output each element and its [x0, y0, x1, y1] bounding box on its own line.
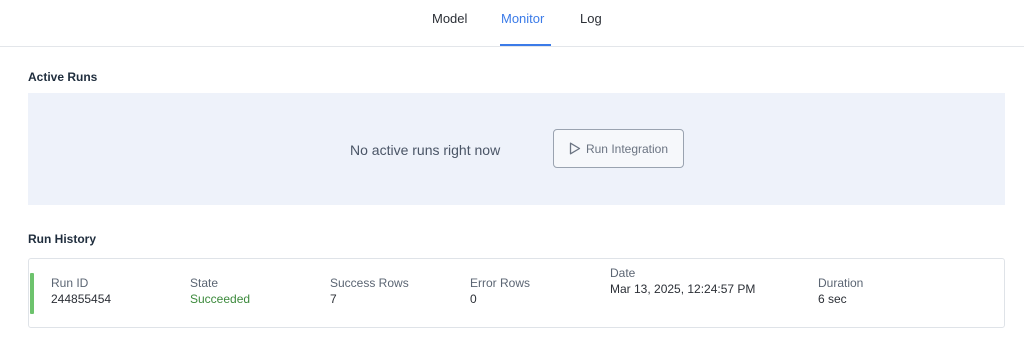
duration-column: Duration 6 sec [818, 275, 863, 307]
run-id-column: Run ID 244855454 [51, 275, 111, 307]
state-column: State Succeeded [190, 275, 250, 307]
duration-value: 6 sec [818, 292, 847, 306]
date-value: Mar 13, 2025, 12:24:57 PM [610, 282, 756, 296]
top-nav: Model Monitor Log [0, 0, 1024, 47]
active-runs-panel [28, 93, 1005, 205]
run-status-indicator [30, 273, 34, 314]
no-active-runs-message: No active runs right now [350, 142, 501, 158]
run-id-label: Run ID [51, 276, 89, 290]
date-label: Date [610, 266, 636, 280]
state-label: State [190, 276, 219, 290]
tab-log[interactable]: Log [580, 11, 602, 26]
play-outline-icon [569, 142, 581, 155]
run-integration-label: Run Integration [585, 141, 669, 156]
duration-label: Duration [818, 276, 864, 290]
state-value: Succeeded [190, 292, 251, 306]
error-rows-label: Error Rows [470, 276, 531, 290]
run-history-heading: Run History [28, 232, 97, 246]
date-column: Date Mar 13, 2025, 12:24:57 PM [610, 265, 770, 297]
tab-monitor[interactable]: Monitor [501, 11, 544, 26]
run-integration-button[interactable]: Run Integration [553, 129, 684, 168]
tab-model[interactable]: Model [432, 11, 467, 26]
success-rows-label: Success Rows [330, 276, 409, 290]
error-rows-value: 0 [470, 292, 477, 306]
success-rows-column: Success Rows 7 [330, 275, 409, 307]
run-id-value: 244855454 [51, 292, 112, 306]
active-tab-indicator [500, 44, 551, 46]
success-rows-value: 7 [330, 292, 337, 306]
error-rows-column: Error Rows 0 [470, 275, 530, 307]
active-runs-heading: Active Runs [28, 70, 98, 84]
